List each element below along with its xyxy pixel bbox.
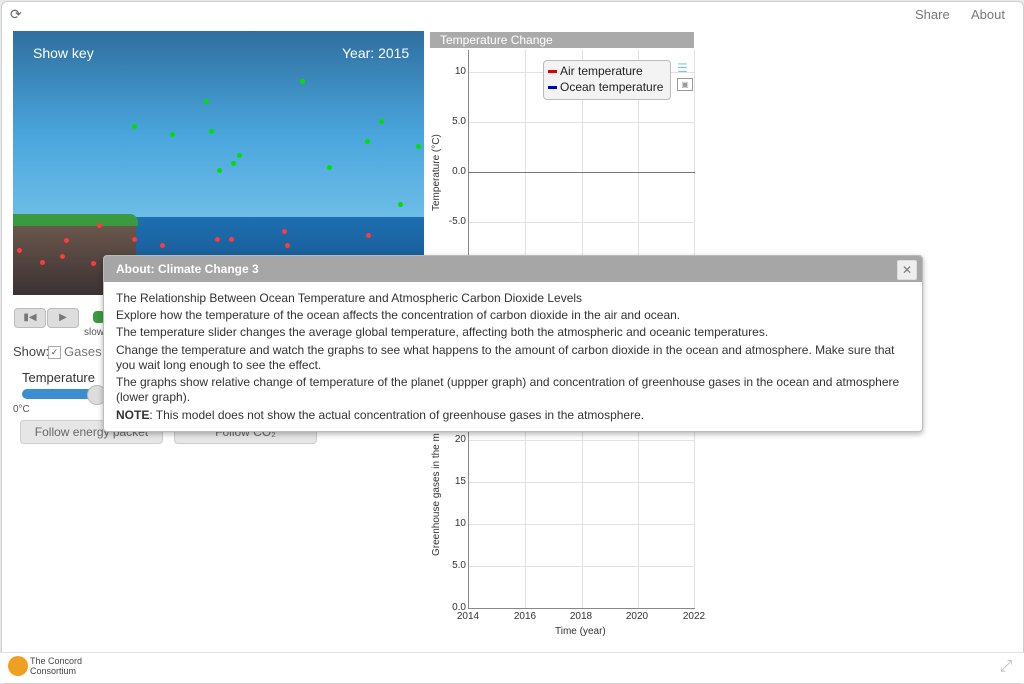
ocean-molecule bbox=[64, 238, 69, 243]
temperature-graph-title: Temperature Change bbox=[430, 32, 694, 48]
gridline bbox=[469, 524, 695, 525]
logo-line: Consortium bbox=[30, 666, 77, 676]
dialog-text: Change the temperature and watch the gra… bbox=[116, 343, 895, 372]
air-molecule bbox=[132, 124, 137, 129]
legend-label: Air temperature bbox=[560, 64, 643, 78]
grass bbox=[13, 214, 138, 226]
graph-legend: Air temperature Ocean temperature bbox=[543, 60, 671, 100]
gridline bbox=[525, 430, 526, 608]
y-tick-label: 10 bbox=[454, 66, 466, 77]
greenhouse-plot-area[interactable] bbox=[468, 430, 695, 609]
air-molecule bbox=[231, 161, 236, 166]
y-tick-label: -5.0 bbox=[448, 216, 466, 227]
ocean-molecule bbox=[366, 233, 371, 238]
play-icon: ▶ bbox=[59, 312, 67, 323]
show-label: Show: bbox=[13, 344, 50, 359]
reset-button[interactable]: ▮◀ bbox=[14, 308, 46, 328]
logo-line: The Concord bbox=[30, 656, 83, 666]
air-molecule bbox=[365, 139, 370, 144]
dialog-text: The Relationship Between Ocean Temperatu… bbox=[116, 291, 583, 305]
temperature-min-label: 0°C bbox=[13, 404, 30, 415]
note-text: : This model does not show the actual co… bbox=[149, 408, 645, 422]
ocean-molecule bbox=[282, 229, 287, 234]
top-bar: ⟳ Share About bbox=[2, 2, 1023, 28]
concord-logo-icon[interactable] bbox=[8, 656, 28, 676]
temperature-axis-label: Temperature (°C) bbox=[431, 134, 442, 211]
ocean-molecule bbox=[160, 243, 165, 248]
share-button[interactable]: Share bbox=[915, 7, 950, 22]
gridline bbox=[694, 430, 695, 608]
air-molecule bbox=[416, 144, 421, 149]
dialog-title: About: Climate Change 3 bbox=[116, 262, 259, 276]
air-molecule bbox=[379, 119, 384, 124]
gridline bbox=[525, 50, 526, 260]
y-tick-label: 5.0 bbox=[452, 116, 466, 127]
ocean-molecule bbox=[17, 248, 22, 253]
ocean-molecule bbox=[229, 237, 234, 242]
gases-checkbox[interactable]: ✓ bbox=[48, 346, 61, 359]
footer bbox=[0, 652, 1024, 683]
dialog-note: NOTE: This model does not show the actua… bbox=[116, 408, 906, 423]
zero-line bbox=[469, 172, 695, 173]
air-molecule bbox=[204, 99, 209, 104]
time-axis-label: Time (year) bbox=[555, 626, 606, 637]
temperature-label: Temperature bbox=[22, 370, 95, 385]
about-dialog: About: Climate Change 3 ✕ The Relationsh… bbox=[103, 255, 923, 432]
dialog-text: Explore how the temperature of the ocean… bbox=[116, 308, 681, 322]
x-tick-label: 2020 bbox=[625, 611, 649, 622]
gridline bbox=[469, 566, 695, 567]
legend-item-air: Air temperature bbox=[548, 64, 643, 79]
gridline bbox=[469, 482, 695, 483]
ocean-molecule bbox=[91, 261, 96, 266]
air-molecule bbox=[237, 153, 242, 158]
fullscreen-icon[interactable]: ⤢ bbox=[996, 657, 1016, 677]
gridline bbox=[469, 222, 695, 223]
note-label: NOTE bbox=[116, 408, 150, 422]
ocean-molecule bbox=[97, 223, 102, 228]
y-tick-label: 5.0 bbox=[452, 560, 466, 571]
air-molecule bbox=[217, 168, 222, 173]
greenhouse-axis-label: Greenhouse gases in the m bbox=[431, 433, 442, 556]
ocean-molecule bbox=[60, 254, 65, 259]
x-tick-label: 2022 bbox=[682, 611, 706, 622]
close-button[interactable]: ✕ bbox=[897, 260, 917, 280]
dialog-header: About: Climate Change 3 ✕ bbox=[104, 256, 922, 282]
legend-label: Ocean temperature bbox=[560, 80, 664, 94]
x-tick-label: 2016 bbox=[513, 611, 537, 622]
show-key-button[interactable]: Show key bbox=[33, 45, 94, 61]
gridline bbox=[694, 50, 695, 260]
air-molecule bbox=[398, 202, 403, 207]
dialog-text: The graphs show relative change of tempe… bbox=[116, 375, 900, 404]
ocean-molecule bbox=[285, 243, 290, 248]
air-molecule bbox=[300, 79, 305, 84]
play-button[interactable]: ▶ bbox=[47, 308, 79, 328]
x-tick-label: 2014 bbox=[456, 611, 480, 622]
ocean-molecule bbox=[215, 237, 220, 242]
air-swatch bbox=[548, 70, 557, 74]
air-molecule bbox=[209, 129, 214, 134]
year-label: Year: 2015 bbox=[342, 45, 410, 61]
close-icon: ✕ bbox=[901, 263, 913, 277]
ocean-molecule bbox=[132, 237, 137, 242]
legend-item-ocean: Ocean temperature bbox=[548, 80, 663, 95]
ocean-molecule bbox=[40, 260, 45, 265]
gases-label: Gases bbox=[64, 344, 102, 359]
gridline bbox=[582, 430, 583, 608]
list-menu-icon[interactable]: ☰ bbox=[677, 62, 691, 74]
air-molecule bbox=[327, 165, 332, 170]
gridline bbox=[638, 430, 639, 608]
image-icon[interactable]: ▣ bbox=[677, 78, 693, 91]
dialog-text: The temperature slider changes the avera… bbox=[116, 325, 769, 339]
ocean-swatch bbox=[548, 86, 557, 90]
gridline bbox=[469, 440, 695, 441]
logo-text: The Concord Consortium bbox=[30, 656, 82, 676]
gridline bbox=[469, 122, 695, 123]
skip-back-icon: ▮◀ bbox=[23, 312, 37, 323]
reload-icon[interactable]: ⟳ bbox=[10, 7, 24, 21]
about-button[interactable]: About bbox=[971, 7, 1005, 22]
air-molecule bbox=[170, 132, 175, 137]
check-icon: ✓ bbox=[50, 347, 59, 357]
x-tick-label: 2018 bbox=[569, 611, 593, 622]
speed-label: slow bbox=[84, 327, 105, 338]
